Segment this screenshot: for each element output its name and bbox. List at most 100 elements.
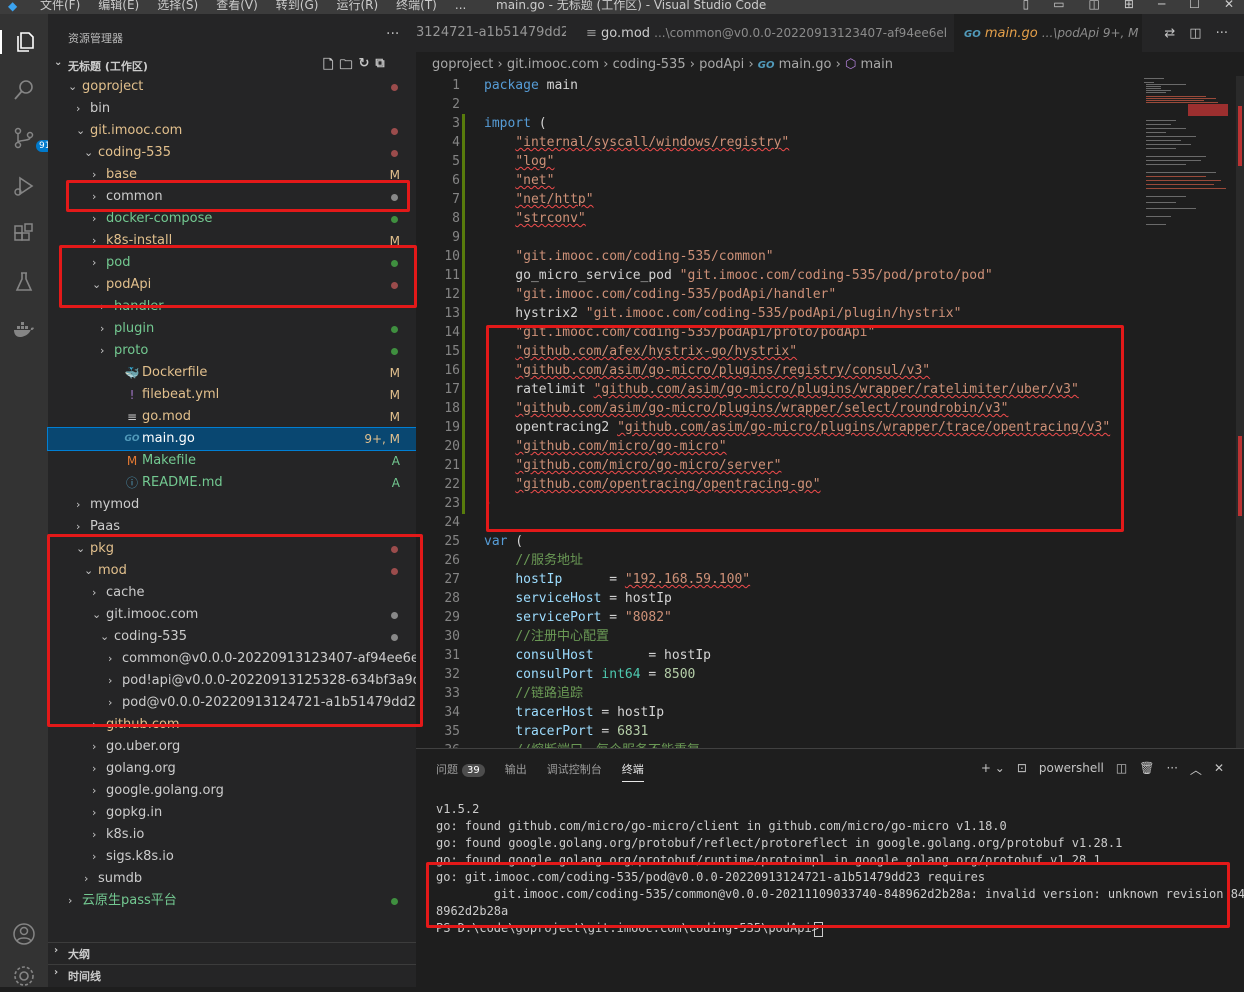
tree-folder[interactable]: › mymod (48, 494, 416, 516)
collapse-all-icon[interactable]: ⧉ (375, 56, 384, 78)
tree-folder[interactable]: › common (48, 186, 416, 208)
tree-folder[interactable]: › handler (48, 296, 416, 318)
account-icon[interactable] (12, 922, 36, 946)
source-control-icon[interactable]: 91 (12, 126, 54, 152)
refresh-icon[interactable]: ↻ (358, 56, 369, 78)
tree-folder[interactable]: ⌄ git.imooc.com (48, 120, 416, 142)
minimap[interactable] (1136, 76, 1236, 256)
testing-icon[interactable] (12, 270, 36, 294)
tree-folder[interactable]: › docker-compose (48, 208, 416, 230)
tree-folder[interactable]: › cache (48, 582, 416, 604)
outline-section[interactable]: › 大纲 (48, 942, 416, 963)
explorer-icon[interactable] (0, 30, 48, 54)
tree-folder[interactable]: › plugin (48, 318, 416, 340)
tree-folder[interactable]: › sigs.k8s.io (48, 846, 416, 868)
extensions-icon[interactable] (12, 222, 36, 246)
tree-file[interactable]: M Makefile A (48, 450, 416, 472)
workspace-header[interactable]: ⌄ 无标题 (工作区) 🗋 🗀 ↻ ⧉ (48, 56, 416, 76)
tree-folder[interactable]: › base M (48, 164, 416, 186)
tree-file[interactable]: ⓘ README.md A (48, 472, 416, 494)
search-icon[interactable] (12, 78, 36, 102)
split-editor-icon[interactable]: ◫ (1189, 26, 1201, 41)
explorer-more-button[interactable]: ··· (386, 26, 399, 42)
close-window-button[interactable]: ✕ (1224, 0, 1234, 10)
layout-icon[interactable]: ▯ (1023, 0, 1030, 10)
tab-problems[interactable]: 问题 39 (436, 761, 485, 782)
tab-pod-module[interactable]: 3124721-a1b51479dd23 (416, 14, 566, 52)
close-panel-icon[interactable]: ✕ (1214, 761, 1224, 778)
editor-scrollbar[interactable] (1236, 76, 1244, 748)
terminal-shell-label[interactable]: powershell (1039, 761, 1104, 778)
breadcrumb-item[interactable]: coding-535 (613, 57, 686, 72)
maximize-button[interactable]: ☐ (1189, 0, 1200, 10)
menu-item[interactable]: 终端(T) (396, 0, 437, 11)
menu-item[interactable]: 转到(G) (276, 0, 319, 11)
tree-folder[interactable]: › google.golang.org (48, 780, 416, 802)
tree-folder[interactable]: ⌄ coding-535 (48, 142, 416, 164)
tree-folder[interactable]: › sumdb (48, 868, 416, 890)
tree-folder[interactable]: › k8s.io (48, 824, 416, 846)
more-actions-icon[interactable]: ··· (1216, 26, 1228, 41)
breadcrumb-item[interactable]: podApi (699, 57, 744, 72)
breadcrumb-item[interactable]: git.imooc.com (507, 57, 599, 72)
menu-item[interactable]: ... (455, 0, 466, 11)
split-icon[interactable]: ◫ (1089, 0, 1100, 10)
tree-folder[interactable]: › bin (48, 98, 416, 120)
tree-folder[interactable]: ⌄ mod (48, 560, 416, 582)
breadcrumb-item[interactable]: main (860, 57, 892, 72)
panel-toggle-icon[interactable]: ▭ (1053, 0, 1064, 10)
compare-icon[interactable]: ⇄ (1164, 26, 1175, 41)
tree-file[interactable]: ! filebeat.yml M (48, 384, 416, 406)
tree-file[interactable]: 🐳 Dockerfile M (48, 362, 416, 384)
tree-folder[interactable]: › 云原生pass平台 (48, 890, 416, 912)
tab-terminal[interactable]: 终端 (621, 761, 644, 782)
trash-icon[interactable]: 🗑 (1139, 761, 1154, 778)
tree-folder[interactable]: ⌄ pkg (48, 538, 416, 560)
tree-item-label: cache (106, 585, 145, 600)
tree-folder[interactable]: ⌄ coding-535 (48, 626, 416, 648)
tree-folder[interactable]: ⌄ git.imooc.com (48, 604, 416, 626)
breadcrumb-item[interactable]: main.go (779, 57, 832, 72)
timeline-section[interactable]: › 时间线 (48, 964, 416, 985)
new-file-icon[interactable]: 🗋 (323, 56, 333, 78)
tab-go-mod[interactable]: ≡ go.mod ...\common@v0.0.0-2022091312340… (576, 14, 946, 52)
tree-folder[interactable]: › Paas (48, 516, 416, 538)
tree-folder[interactable]: › pod@v0.0.0-20220913124721-a1b51479dd23 (48, 692, 424, 714)
menu-item[interactable]: 选择(S) (157, 0, 198, 11)
new-folder-icon[interactable]: 🗀 (339, 56, 352, 78)
docker-icon[interactable] (12, 318, 36, 342)
split-terminal-icon[interactable]: ◫ (1116, 761, 1127, 778)
tree-item-label: go.uber.org (106, 739, 181, 754)
tree-folder[interactable]: › pod (48, 252, 416, 274)
tree-item-label: plugin (114, 321, 155, 336)
tree-folder[interactable]: › proto (48, 340, 416, 362)
menu-item[interactable]: 查看(V) (216, 0, 258, 11)
tab-output[interactable]: 输出 (505, 761, 527, 782)
breadcrumb-item[interactable]: goproject (432, 57, 493, 72)
tree-folder[interactable]: › k8s-install M (48, 230, 416, 252)
menu-item[interactable]: 编辑(E) (98, 0, 139, 11)
tab-debug-console[interactable]: 调试控制台 (547, 761, 602, 782)
menu-item[interactable]: 运行(R) (336, 0, 378, 11)
tree-folder[interactable]: › golang.org (48, 758, 416, 780)
maximize-panel-icon[interactable]: ︿ (1190, 761, 1202, 778)
tree-folder[interactable]: › pod!api@v0.0.0-20220913125328-634bf3a9d… (48, 670, 446, 692)
code-editor[interactable]: 1 package main 2 3 import (4 "internal/sysca… (416, 76, 1244, 748)
tree-folder[interactable]: › gopkg.in (48, 802, 416, 824)
minimize-button[interactable]: ─ (1158, 0, 1165, 10)
tree-item-label: go.mod (142, 409, 191, 424)
tree-folder[interactable]: ⌄ podApi (48, 274, 416, 296)
tree-file[interactable]: GO main.go 9+, M (47, 427, 417, 451)
run-debug-icon[interactable] (12, 174, 36, 198)
tree-folder[interactable]: › github.com (48, 714, 416, 736)
tree-file[interactable]: ≡ go.mod M (48, 406, 416, 428)
tree-folder[interactable]: ⌄ goproject (48, 76, 416, 98)
new-terminal-icon[interactable]: + ⌄ (981, 761, 1005, 778)
customize-layout-icon[interactable]: ⊞ (1124, 0, 1134, 10)
tab-main-go[interactable]: GO main.go ...\podApi 9+, M ✕ (954, 14, 1142, 52)
tree-folder[interactable]: › common@v0.0.0-20220913123407-af94ee6eb5… (48, 648, 451, 670)
tree-folder[interactable]: › go.uber.org (48, 736, 416, 758)
menu-item[interactable]: 文件(F) (40, 0, 80, 11)
settings-gear-icon[interactable] (12, 964, 36, 988)
more-actions-icon[interactable]: ··· (1166, 761, 1177, 778)
